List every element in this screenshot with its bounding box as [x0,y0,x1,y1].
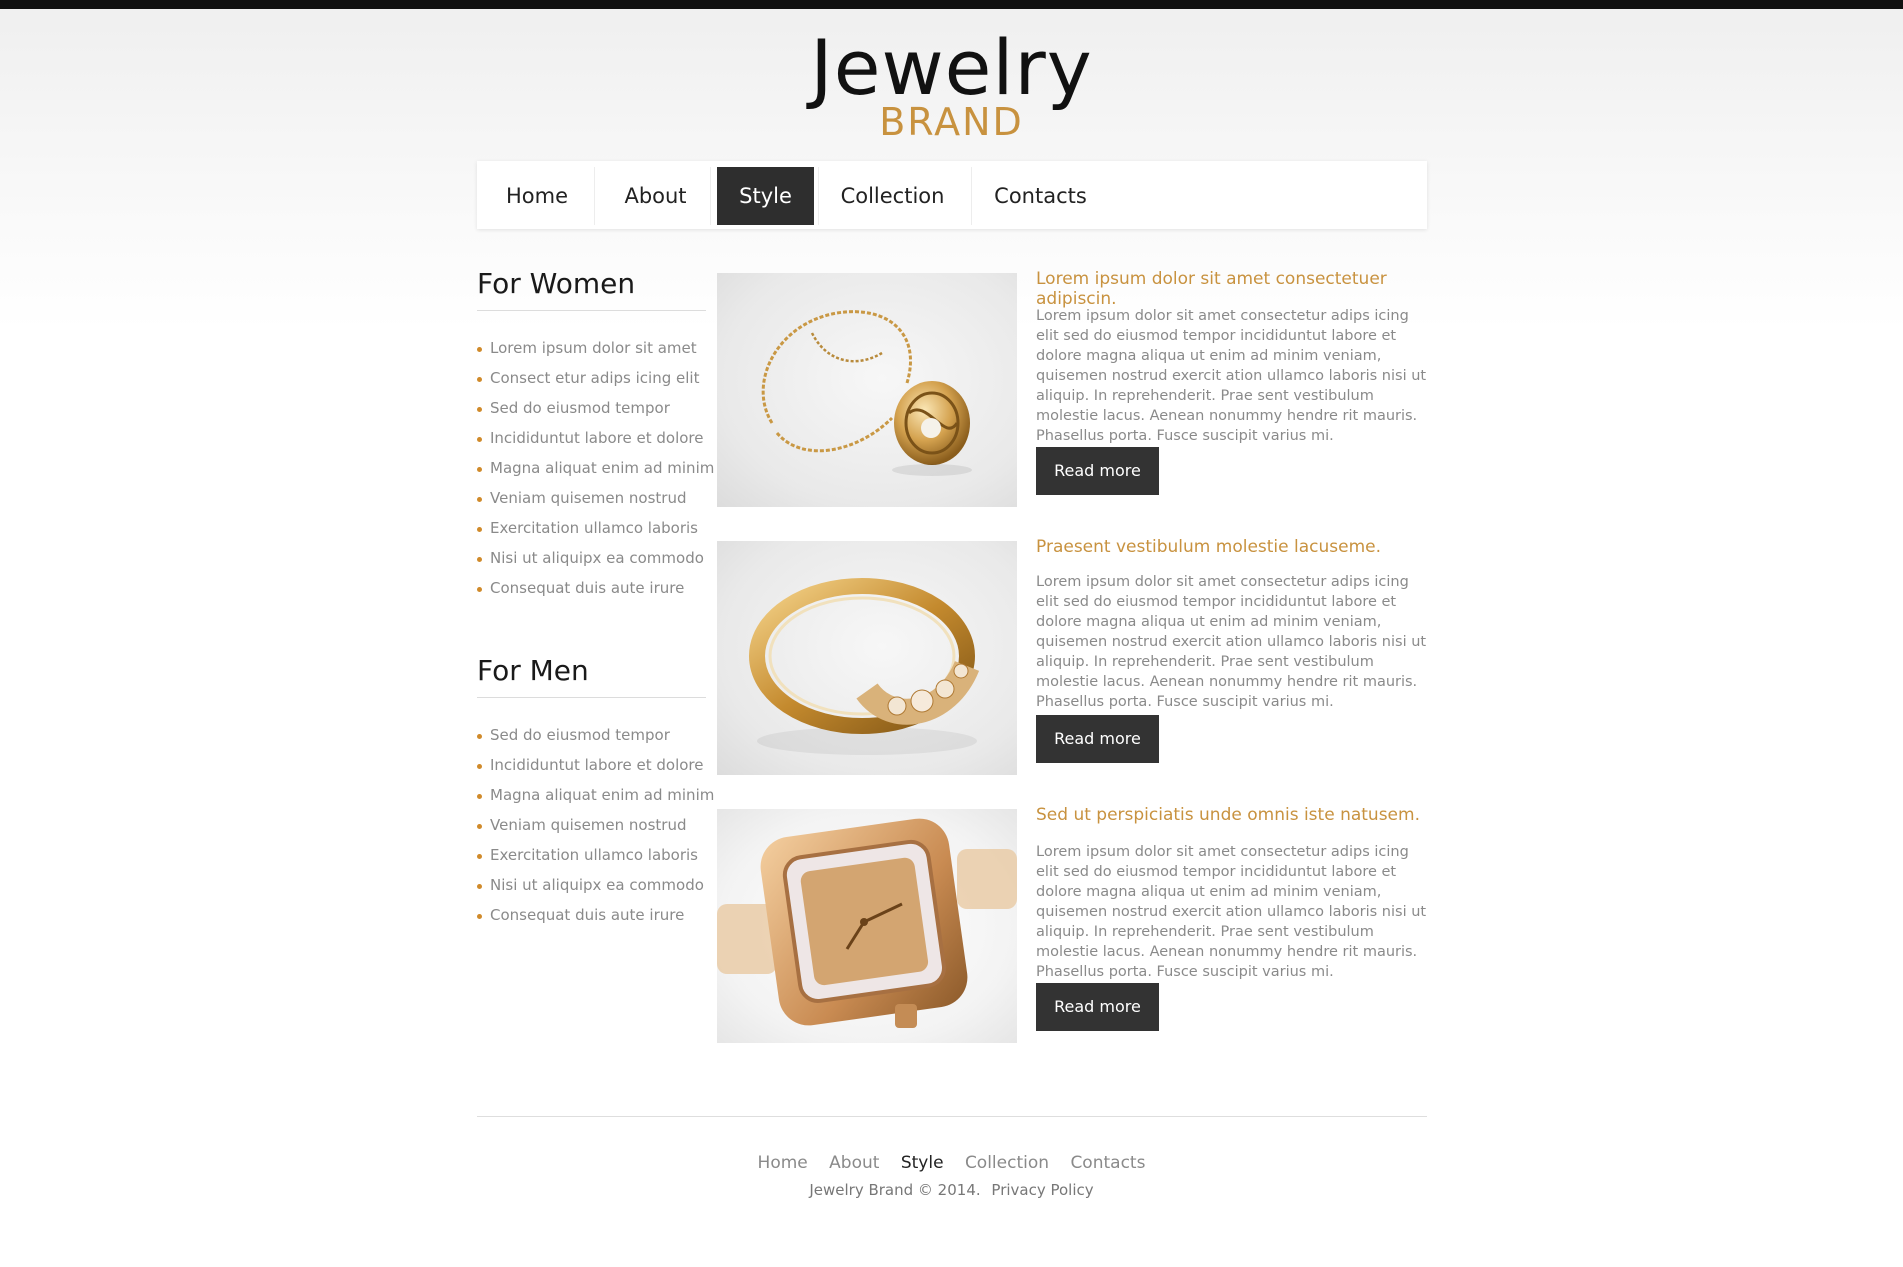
nav-item-collection[interactable]: Collection [821,167,964,225]
ring-image[interactable] [717,541,1017,775]
nav-item-contacts[interactable]: Contacts [974,167,1107,225]
read-more-button[interactable]: Read more [1036,715,1159,763]
sidebar-link[interactable]: Exercitation ullamco laboris [477,840,714,870]
footer-link-collection[interactable]: Collection [965,1153,1049,1173]
sidebar-link[interactable]: Nisi ut aliquipx ea commodo [477,543,714,573]
footer-link-home[interactable]: Home [758,1153,808,1173]
sidebar-link[interactable]: Sed do eiusmod tempor [477,720,714,750]
necklace-image[interactable] [717,273,1017,507]
sidebar-heading-men: For Men [477,654,706,698]
sidebar-link[interactable]: Nisi ut aliquipx ea commodo [477,870,714,900]
sidebar-link[interactable]: Magna aliquat enim ad minim [477,780,714,810]
copyright-text: Jewelry Brand © 2014. [809,1181,981,1199]
sidebar-link[interactable]: Veniam quisemen nostrud [477,810,714,840]
sidebar-link[interactable]: Lorem ipsum dolor sit amet [477,333,714,363]
sidebar-link[interactable]: Magna aliquat enim ad minim [477,453,714,483]
product-description: Lorem ipsum dolor sit amet consectetur a… [1036,308,1427,444]
footer-link-contacts[interactable]: Contacts [1070,1153,1145,1173]
read-more-button[interactable]: Read more [1036,983,1159,1031]
sidebar-link[interactable]: Consequat duis aute irure [477,573,714,603]
footer-link-about[interactable]: About [829,1153,879,1173]
gold-ring-illustration [749,578,980,755]
main-nav: Home About Style Collection Contacts [477,161,1427,229]
sidebar-link[interactable]: Exercitation ullamco laboris [477,513,714,543]
product-description: Lorem ipsum dolor sit amet consectetur a… [1036,574,1427,710]
product-title[interactable]: Lorem ipsum dolor sit amet consectetuer … [1036,269,1436,309]
sidebar-link[interactable]: Consect etur adips icing elit [477,363,714,393]
footer-nav: Home About Style Collection Contacts [0,1153,1903,1173]
privacy-policy-link[interactable]: Privacy Policy [991,1181,1093,1199]
top-bar [0,0,1903,9]
product-description: Lorem ipsum dolor sit amet consectetur a… [1036,844,1427,980]
sidebar-list-women: Lorem ipsum dolor sit amet Consect etur … [477,333,714,603]
product-title[interactable]: Sed ut perspiciatis unde omnis iste natu… [1036,805,1436,825]
gold-necklace-illustration [761,310,972,476]
logo-word-jewelry: Jewelry [810,23,1093,112]
sidebar-link[interactable]: Incididuntut labore et dolore [477,423,714,453]
nav-item-style[interactable]: Style [717,167,814,225]
nav-divider [971,167,972,225]
read-more-button[interactable]: Read more [1036,447,1159,495]
watch-image[interactable] [717,809,1017,1043]
logo[interactable]: Jewelry BRAND [0,23,1903,144]
nav-item-home[interactable]: Home [483,167,591,225]
gold-watch-illustration [717,818,1017,1028]
sidebar-heading-women: For Women [477,267,706,311]
product-title[interactable]: Praesent vestibulum molestie lacuseme. [1036,537,1436,557]
nav-divider [594,167,595,225]
nav-divider [710,167,711,225]
footer-link-style[interactable]: Style [901,1153,944,1173]
sidebar-link[interactable]: Veniam quisemen nostrud [477,483,714,513]
nav-item-about[interactable]: About [597,167,714,225]
sidebar-link[interactable]: Incididuntut labore et dolore [477,750,714,780]
sidebar-link[interactable]: Sed do eiusmod tempor [477,393,714,423]
footer-divider [477,1116,1427,1117]
logo-word-brand: BRAND [879,100,1024,144]
sidebar-link[interactable]: Consequat duis aute irure [477,900,714,930]
nav-divider [818,167,819,225]
sidebar-list-men: Sed do eiusmod tempor Incididuntut labor… [477,720,714,930]
copyright-line: Jewelry Brand © 2014. Privacy Policy [0,1181,1903,1199]
